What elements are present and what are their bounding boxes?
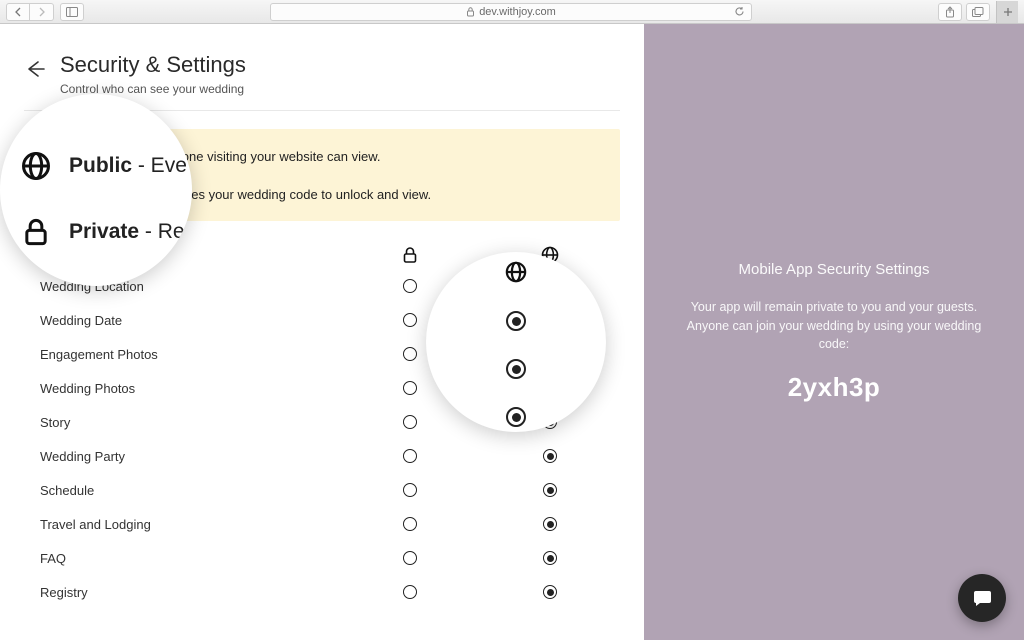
public-text: Public - Everyone visiting your website … [98, 149, 381, 164]
table-row: Wedding Location [40, 269, 620, 303]
radio-public[interactable] [543, 449, 557, 463]
radio-public[interactable] [543, 551, 557, 565]
browser-toolbar: dev.withjoy.com [0, 0, 1024, 24]
new-tab-button[interactable] [996, 1, 1018, 23]
tabs-button[interactable] [966, 3, 990, 21]
address-bar[interactable]: dev.withjoy.com [270, 3, 752, 21]
table-row: FAQ [40, 541, 620, 575]
column-private-icon [340, 246, 480, 264]
radio-private[interactable] [403, 449, 417, 463]
radio-private[interactable] [403, 381, 417, 395]
radio-public[interactable] [543, 313, 557, 327]
wedding-code: 2yxh3p [788, 372, 881, 403]
private-text: Private - Requires your wedding code to … [98, 187, 431, 202]
lock-icon [66, 185, 84, 203]
radio-private[interactable] [403, 313, 417, 327]
nav-back-button[interactable] [6, 3, 30, 21]
page-title: Security & Settings [60, 52, 246, 78]
table-row: Travel and Lodging [40, 507, 620, 541]
radio-public[interactable] [543, 381, 557, 395]
visibility-explainer: Public - Everyone visiting your website … [44, 129, 620, 221]
row-label: Wedding Location [40, 279, 340, 294]
table-row: Wedding Photos [40, 371, 620, 405]
radio-public[interactable] [543, 517, 557, 531]
radio-private[interactable] [403, 415, 417, 429]
radio-private[interactable] [403, 585, 417, 599]
radio-public[interactable] [543, 279, 557, 293]
radio-private[interactable] [403, 347, 417, 361]
row-label: FAQ [40, 551, 340, 566]
divider [24, 110, 620, 111]
row-label: Engagement Photos [40, 347, 340, 362]
radio-private[interactable] [403, 279, 417, 293]
chat-button[interactable] [958, 574, 1006, 622]
globe-icon [66, 147, 84, 165]
visibility-table: Wedding Location Wedding Date Engagement P… [40, 241, 620, 609]
table-row: Engagement Photos [40, 337, 620, 371]
radio-private[interactable] [403, 517, 417, 531]
chat-icon [971, 587, 993, 609]
radio-public[interactable] [543, 347, 557, 361]
settings-panel: Security & Settings Control who can see … [0, 24, 644, 640]
share-button[interactable] [938, 3, 962, 21]
reload-icon[interactable] [734, 6, 745, 17]
mobile-panel-body: Your app will remain private to you and … [672, 298, 996, 354]
row-label: Wedding Date [40, 313, 340, 328]
table-row: Registry [40, 575, 620, 609]
row-label: Registry [40, 585, 340, 600]
radio-private[interactable] [403, 551, 417, 565]
table-row: Story [40, 405, 620, 439]
url-text: dev.withjoy.com [479, 6, 556, 18]
row-label: Wedding Party [40, 449, 340, 464]
row-label: Wedding Photos [40, 381, 340, 396]
column-public-icon [480, 246, 620, 264]
table-row: Wedding Party [40, 439, 620, 473]
back-button[interactable] [24, 58, 46, 80]
sidebar-toggle-button[interactable] [60, 3, 84, 21]
table-row: Wedding Date [40, 303, 620, 337]
mobile-panel-title: Mobile App Security Settings [739, 261, 930, 278]
mobile-security-panel: Mobile App Security Settings Your app wi… [644, 24, 1024, 640]
radio-public[interactable] [543, 483, 557, 497]
row-label: Schedule [40, 483, 340, 498]
radio-private[interactable] [403, 483, 417, 497]
nav-forward-button[interactable] [30, 3, 54, 21]
row-label: Story [40, 415, 340, 430]
lock-icon [466, 7, 475, 17]
page-subtitle: Control who can see your wedding [60, 82, 246, 96]
row-label: Travel and Lodging [40, 517, 340, 532]
radio-public[interactable] [543, 585, 557, 599]
radio-public[interactable] [543, 415, 557, 429]
table-row: Schedule [40, 473, 620, 507]
